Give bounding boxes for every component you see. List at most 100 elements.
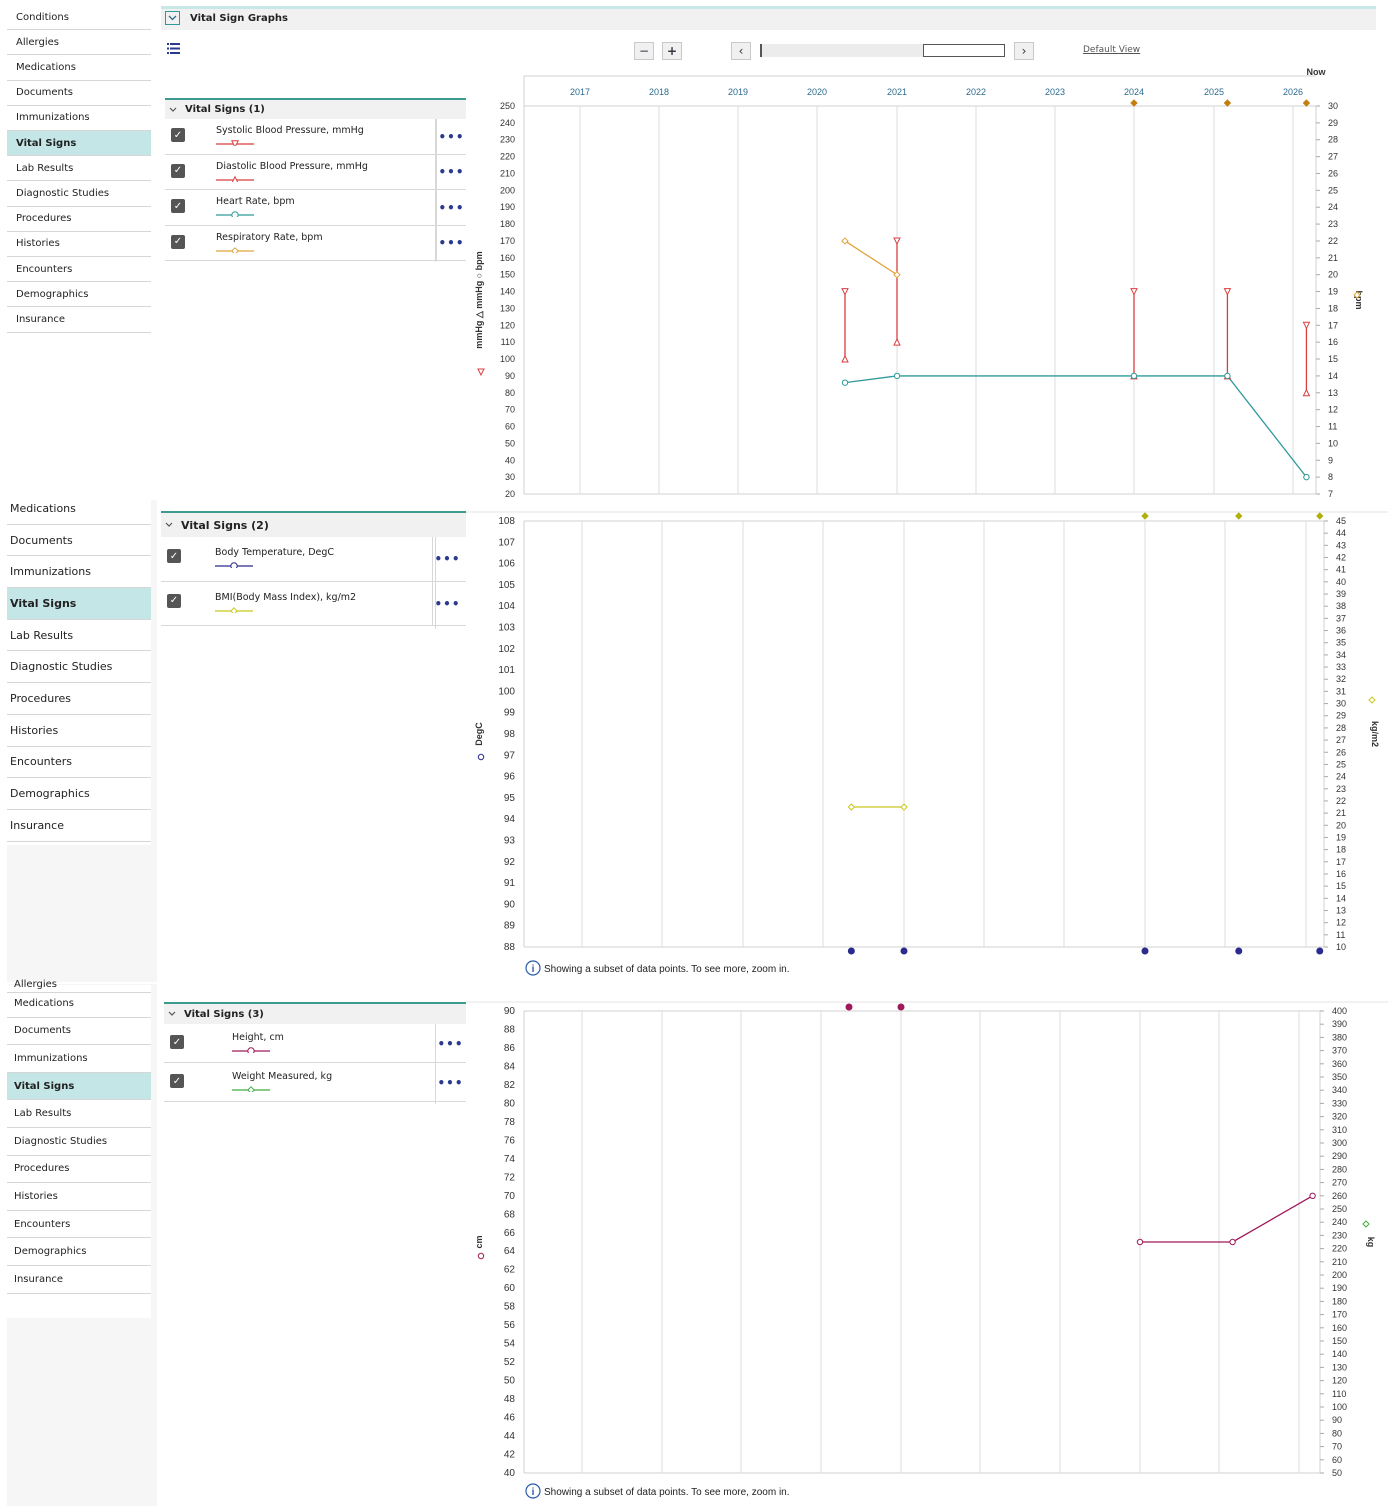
series-checkbox[interactable]: ✓ [171, 128, 185, 142]
series-checkbox[interactable]: ✓ [167, 593, 181, 608]
sidebar-item-insurance[interactable]: Insurance [7, 307, 151, 333]
sidebar-item-demographics[interactable]: Demographics [7, 778, 151, 810]
sidebar-item-demographics[interactable]: Demographics [7, 1238, 151, 1266]
series-options-button[interactable]: ••• [436, 225, 466, 261]
series-checkbox[interactable]: ✓ [171, 199, 185, 213]
sidebar-item-procedures[interactable]: Procedures [7, 1156, 151, 1184]
height-point[interactable] [1309, 1192, 1316, 1200]
sidebar-item-encounters[interactable]: Encounters [7, 747, 151, 779]
diastolic-point[interactable] [841, 354, 849, 363]
sidebar-item-diagnostic-studies[interactable]: Diagnostic Studies [7, 1128, 151, 1156]
collapse-button[interactable] [165, 11, 180, 25]
series-options-button[interactable]: ••• [432, 581, 462, 626]
series-checkbox[interactable]: ✓ [170, 1074, 184, 1088]
offscale-height-marker[interactable] [897, 1003, 905, 1011]
sidebar-item-immunizations[interactable]: Immunizations [7, 106, 151, 131]
sidebar-item-vital-signs[interactable]: Vital Signs [7, 1072, 151, 1101]
heart-rate-point[interactable] [1224, 372, 1231, 380]
sidebar-item-insurance[interactable]: Insurance [7, 810, 151, 842]
systolic-point[interactable] [841, 288, 849, 296]
offscale-bmi-marker[interactable] [1141, 512, 1149, 520]
offscale-rr-marker[interactable] [1223, 99, 1232, 107]
sidebar-item-lab-results[interactable]: Lab Results [7, 156, 151, 182]
default-view-link[interactable]: Default View [1083, 45, 1140, 55]
y2-tick-label: 16 [1336, 869, 1346, 879]
y-tick-label: 106 [498, 559, 515, 570]
series-options-button[interactable]: ••• [432, 537, 462, 582]
sidebar-item-vital-signs[interactable]: Vital Signs [7, 588, 151, 620]
sidebar-item-documents[interactable]: Documents [7, 1018, 151, 1046]
bmi-point[interactable] [900, 803, 908, 811]
sidebar-item-histories[interactable]: Histories [7, 232, 151, 257]
y2-tick-label: 80 [1332, 1428, 1342, 1438]
diastolic-point[interactable] [893, 338, 901, 346]
height-point[interactable] [1229, 1238, 1236, 1246]
sidebar-item-medications[interactable]: Medications [7, 493, 151, 525]
sidebar-item-immunizations[interactable]: Immunizations [7, 1045, 151, 1073]
offscale-height-marker[interactable] [845, 1003, 853, 1011]
sidebar-item-encounters[interactable]: Encounters [7, 257, 151, 283]
zoom-out-button[interactable]: − [634, 42, 654, 60]
offscale-temperature-marker[interactable] [1141, 947, 1149, 955]
sidebar-item-procedures[interactable]: Procedures [7, 207, 151, 232]
scroll-left-button[interactable]: ‹ [731, 42, 751, 60]
sidebar-item-allergies[interactable]: Allergies [7, 30, 151, 56]
timeline-scrollbar[interactable] [760, 44, 1005, 57]
series-options-button[interactable]: ••• [436, 154, 466, 190]
offscale-temperature-marker[interactable] [1235, 947, 1243, 955]
systolic-point[interactable] [893, 237, 901, 246]
sidebar-item-documents[interactable]: Documents [7, 525, 151, 557]
sidebar-item-lab-results[interactable]: Lab Results [7, 1100, 151, 1128]
zoom-in-button[interactable]: + [662, 42, 682, 60]
height-point[interactable] [1136, 1238, 1144, 1246]
diastolic-point[interactable] [1302, 388, 1311, 397]
sidebar-item-medications[interactable]: Medications [7, 990, 151, 1018]
sidebar-item-histories[interactable]: Histories [7, 1183, 151, 1211]
offscale-temperature-marker[interactable] [847, 947, 855, 955]
offscale-temperature-marker[interactable] [1316, 947, 1324, 955]
sidebar-item-immunizations[interactable]: Immunizations [7, 556, 151, 589]
sidebar-item-documents[interactable]: Documents [7, 81, 151, 106]
systolic-point[interactable] [1223, 288, 1232, 296]
sidebar-item-demographics[interactable]: Demographics [7, 282, 151, 308]
heart-rate-point[interactable] [1303, 473, 1310, 481]
scroll-right-button[interactable]: › [1014, 42, 1034, 60]
offscale-rr-marker[interactable] [1302, 99, 1311, 107]
list-icon[interactable] [167, 43, 180, 54]
year-label: 2025 [1204, 87, 1224, 97]
series-options-button[interactable]: ••• [435, 1063, 465, 1102]
sidebar-item-vital-signs[interactable]: Vital Signs [7, 131, 151, 157]
heart-rate-point[interactable] [893, 372, 901, 380]
series-checkbox[interactable]: ✓ [167, 549, 181, 563]
sidebar-item-lab-results[interactable]: Lab Results [7, 620, 151, 652]
offscale-temperature-marker[interactable] [900, 947, 908, 955]
y-tick-label: 104 [498, 601, 515, 612]
sidebar-item-conditions[interactable]: Conditions [7, 5, 151, 31]
sidebar-item-insurance[interactable]: Insurance [7, 1266, 151, 1294]
sidebar-item-medications[interactable]: Medications [7, 55, 151, 81]
offscale-bmi-marker[interactable] [1235, 512, 1243, 520]
legend-group-2-header[interactable]: Vital Signs (2) [161, 513, 466, 537]
series-options-button[interactable]: ••• [436, 119, 466, 155]
timeline-scroll-thumb[interactable] [923, 44, 1005, 57]
legend-group-3-header[interactable]: Vital Signs (3) [164, 1004, 466, 1024]
series-checkbox[interactable]: ✓ [170, 1035, 184, 1049]
bmi-point[interactable] [847, 803, 856, 811]
heart-rate-point[interactable] [1130, 372, 1138, 380]
series-checkbox[interactable]: ✓ [171, 163, 185, 178]
series-options-button[interactable]: ••• [435, 1024, 465, 1063]
year-label: 2022 [966, 87, 986, 97]
sidebar-item-encounters[interactable]: Encounters [7, 1211, 151, 1239]
sidebar-item-diagnostic-studies[interactable]: Diagnostic Studies [7, 181, 151, 207]
offscale-bmi-marker[interactable] [1316, 512, 1324, 520]
systolic-point[interactable] [1302, 321, 1311, 330]
legend-group-1-header[interactable]: Vital Signs (1) [165, 100, 466, 119]
heart-rate-point[interactable] [841, 379, 849, 386]
sidebar-item-histories[interactable]: Histories [7, 715, 151, 747]
series-options-button[interactable]: ••• [436, 190, 466, 226]
series-checkbox[interactable]: ✓ [171, 234, 185, 249]
sidebar-item-procedures[interactable]: Procedures [7, 683, 151, 715]
systolic-point[interactable] [1130, 288, 1138, 296]
sidebar-item-diagnostic-studies[interactable]: Diagnostic Studies [7, 652, 151, 684]
offscale-rr-marker[interactable] [1130, 99, 1138, 107]
